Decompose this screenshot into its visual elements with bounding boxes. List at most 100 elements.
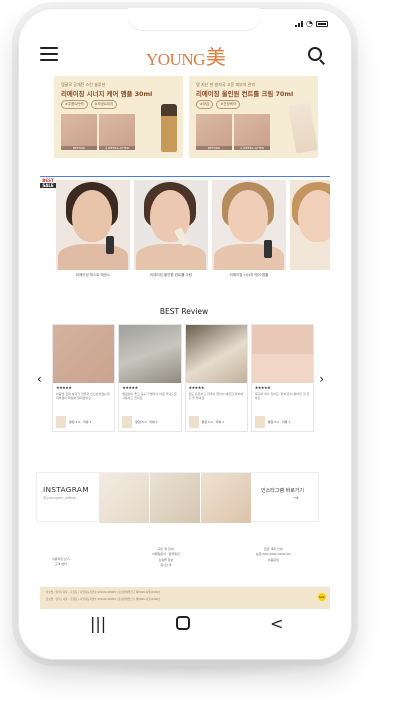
recents-button[interactable]: |||	[90, 614, 106, 633]
instagram-banner[interactable]: INSTAGRAM @youngme_offical 인스타그램 바로가기 →	[36, 472, 319, 523]
review-text: 처음엔 진짜 효과가 있을까 반신반의했는데 피부결이 확실히 달라졌어요.	[56, 392, 110, 401]
review-meta: 평점 5.0 · 리뷰 1	[69, 420, 92, 424]
logo-wordmark: YOUNG	[146, 50, 205, 69]
model-photo	[290, 180, 330, 270]
rating-stars: ★★★★★	[254, 385, 271, 390]
instagram-title: INSTAGRAM	[43, 485, 89, 494]
footer-text: 이용문의	[267, 557, 279, 562]
status-bar: ◔	[295, 19, 328, 28]
model-gallery: BEST SALE 리에이징 퍼스트 에센스 리에이징 올인원 컨트롤 크림 리…	[34, 176, 334, 282]
android-nav-bar: ||| <	[34, 606, 334, 640]
promo-tag: #보습	[196, 100, 214, 109]
review-photo	[185, 325, 247, 383]
footer: 이용약관 보기 고객 센터 회사 및 안내 이메일문의 · 협력제안 쇼핑몰 정…	[34, 539, 334, 609]
logo-character: 美	[205, 47, 226, 69]
instagram-photo	[99, 473, 149, 523]
review-meta: 평점 5.0 · 리뷰 1	[267, 420, 291, 424]
app-screen: YOUNG 美 탱글모 공개된 스킨 솔루션 리에이징 시너지 케어 앰플 30…	[34, 34, 334, 640]
top-header: YOUNG 美	[34, 34, 334, 78]
footer-col-bank: 입금 계좌 안내 농협 000-0000-0000-00 이용문의	[256, 547, 291, 563]
kakao-talk-icon[interactable]: talk	[318, 593, 326, 601]
promo-tag: #모공&피지	[90, 100, 118, 109]
before-label: BEFORE	[196, 146, 232, 150]
gallery-item[interactable]: 리에이징 퍼스트 에센스	[56, 180, 130, 280]
footer-link[interactable]: 고객 센터	[52, 562, 70, 567]
product-thumbnail	[56, 416, 66, 428]
best-sale-badge: BEST SALE	[40, 178, 56, 189]
before-label: BEFORE	[61, 146, 97, 150]
battery-icon	[316, 20, 328, 27]
footer-col-company: 회사 및 안내 이메일문의 · 협력제안 쇼핑몰 정보 회사소개	[152, 547, 180, 569]
instagram-handle: @youngme_offical	[43, 496, 77, 500]
instagram-photo	[150, 473, 200, 523]
gallery-item[interactable]	[290, 180, 330, 280]
footer-text: 이메일문의 · 협력제안	[152, 552, 180, 557]
review-text: 향도 은은하고 자극이 없어서 예민한 피부에도 잘 맞네요.	[188, 392, 243, 401]
wifi-icon: ◔	[306, 19, 313, 28]
gallery-divider	[40, 176, 330, 177]
after-label: 4 WEEKS AFTER	[99, 146, 135, 150]
phone-notch	[128, 8, 260, 30]
legal-text: 상호명 : 영미 | 대표 : 홍길동 | 사업자등록번호 000-00-000…	[46, 591, 161, 594]
after-skin-image: 4 WEEKS AFTER	[234, 114, 270, 150]
promo-banner-cream[interactable]: 탱 지난 한 발자국 고운 피부의 관리 리에이징 올인원 컨트롤 크림 70m…	[189, 76, 318, 158]
best-review-title: BEST Review	[159, 307, 209, 316]
brand-logo[interactable]: YOUNG 美	[146, 44, 226, 70]
gallery-item[interactable]: 리에이징 시너지 케어 앰플	[212, 180, 286, 280]
review-text: 재구매 의사 있어요. 피부 톤이 밝아진 것 같아요.	[254, 392, 310, 401]
home-button[interactable]	[176, 616, 190, 630]
after-label: 4 WEEKS AFTER	[234, 146, 270, 150]
product-thumbnail	[188, 416, 199, 428]
after-skin-image: 4 WEEKS AFTER	[99, 114, 135, 150]
chevron-right-icon[interactable]: ›	[319, 372, 324, 386]
promo-subtitle: 탱 지난 한 발자국 고운 피부의 관리	[196, 82, 256, 87]
promo-banner-row: 탱글모 공개된 스킨 솔루션 리에이징 시너지 케어 앰플 30ml #주름&탄…	[54, 76, 318, 158]
review-text: 발림성이 좋고 흡수가 빨라서 아침 저녁으로 사용하고 있어요.	[122, 392, 177, 401]
rating-stars: ★★★★★	[56, 385, 72, 390]
gallery-caption: 리에이징 시너지 케어 앰플	[229, 273, 269, 277]
review-card[interactable]: ★★★★★ 향도 은은하고 자극이 없어서 예민한 피부에도 잘 맞네요. 평점…	[184, 324, 248, 432]
arrow-right-icon: →	[293, 494, 299, 502]
model-photo	[56, 180, 130, 270]
promo-subtitle: 탱글모 공개된 스킨 솔루션	[61, 82, 106, 87]
promo-tag: #주름&탄력	[61, 100, 88, 109]
rating-stars: ★★★★★	[188, 385, 205, 390]
footer-link[interactable]: 회사소개	[152, 563, 180, 568]
review-photo	[119, 325, 181, 383]
back-button[interactable]: <	[270, 614, 283, 633]
badge-sale: SALE	[40, 183, 56, 189]
review-meta: 평점 5.0 · 리뷰 1	[201, 420, 225, 424]
gallery-caption: 리에이징 올인원 컨트롤 크림	[150, 273, 192, 277]
ampoule-bottle-image	[161, 104, 177, 152]
model-photo	[212, 180, 286, 270]
model-photo	[134, 180, 208, 270]
promo-tag: #진정케어	[216, 100, 241, 109]
review-card[interactable]: ★★★★★ 재구매 의사 있어요. 피부 톤이 밝아진 것 같아요. 평점 5.…	[250, 324, 314, 432]
instagram-link-text: 인스타그램 바로가기	[261, 488, 304, 494]
rating-stars: ★★★★★	[122, 385, 138, 390]
review-card[interactable]: ★★★★★ 발림성이 좋고 흡수가 빨라서 아침 저녁으로 사용하고 있어요. …	[118, 324, 182, 432]
review-photo	[53, 325, 115, 383]
chevron-left-icon[interactable]: ‹	[37, 372, 42, 386]
review-photo	[251, 325, 313, 383]
gallery-caption: 리에이징 퍼스트 에센스	[75, 273, 111, 277]
footer-col-terms: 이용약관 보기 고객 센터	[52, 557, 70, 568]
before-skin-image: BEFORE	[196, 114, 232, 150]
promo-title: 리에이징 시너지 케어 앰플 30ml	[61, 90, 153, 98]
before-skin-image: BEFORE	[61, 114, 97, 150]
cream-tube-image	[287, 102, 318, 154]
gallery-item[interactable]: 리에이징 올인원 컨트롤 크림	[134, 180, 208, 280]
menu-icon[interactable]	[40, 47, 58, 61]
instagram-photo-strip	[99, 473, 251, 523]
review-card[interactable]: ★★★★★ 처음엔 진짜 효과가 있을까 반신반의했는데 피부결이 확실히 달라…	[52, 324, 116, 432]
instagram-link[interactable]: 인스타그램 바로가기 →	[251, 473, 318, 521]
product-thumbnail	[254, 416, 265, 428]
instagram-photo	[201, 473, 251, 523]
promo-banner-ampoule[interactable]: 탱글모 공개된 스킨 솔루션 리에이징 시너지 케어 앰플 30ml #주름&탄…	[54, 76, 183, 158]
legal-text: 상호명 : 영미 | 대표 : 홍길동 | 사업자등록번호 000-00-000…	[46, 598, 161, 601]
signal-icon	[295, 20, 304, 27]
review-meta: 평점 5.0 · 리뷰 1	[135, 420, 158, 424]
review-carousel: ★★★★★ 처음엔 진짜 효과가 있을까 반신반의했는데 피부결이 확실히 달라…	[52, 324, 314, 432]
footer-text: 농협 000-0000-0000-00	[256, 552, 291, 557]
search-icon[interactable]	[308, 47, 326, 65]
